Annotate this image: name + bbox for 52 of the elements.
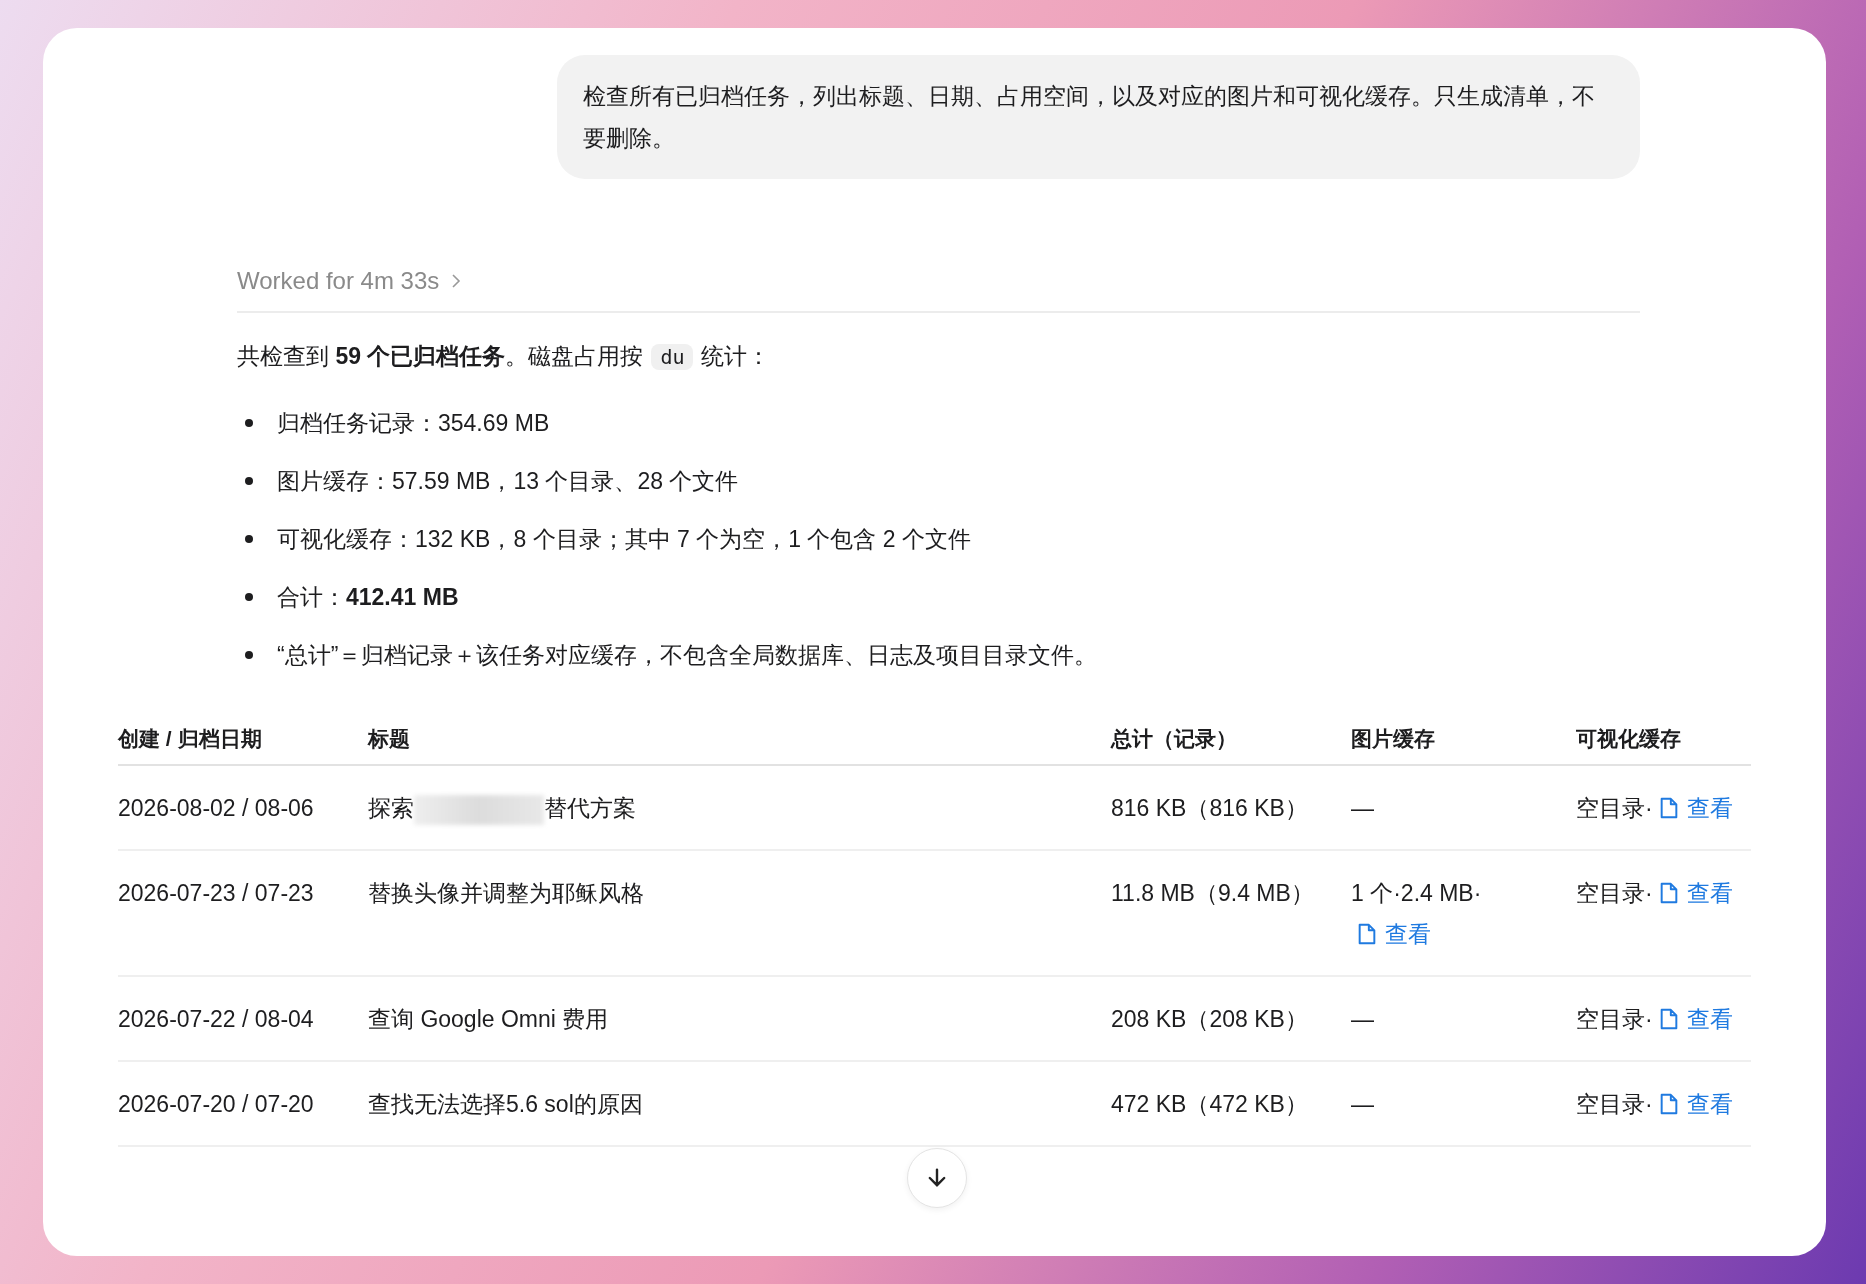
cell-text: 空目录·	[1576, 795, 1653, 821]
bullet-icon	[245, 419, 253, 427]
title-text: 查询 Google Omni 费用	[368, 1006, 609, 1032]
bullet-text: 可视化缓存：132 KB，8 个目录；其中 7 个为空，1 个包含 2 个文件	[277, 524, 971, 554]
view-link[interactable]: 查看	[1652, 1006, 1733, 1032]
bullet-icon	[245, 651, 253, 659]
bullet-text: 归档任务记录：354.69 MB	[277, 408, 550, 438]
title-text: 替代方案	[544, 795, 636, 821]
file-icon	[1658, 797, 1679, 819]
cell-text: —	[1351, 1091, 1374, 1117]
column-header: 图片缓存	[1351, 726, 1436, 752]
title-text: 查找无法选择5.6 sol的原因	[368, 1091, 643, 1117]
inline-code: du	[651, 344, 694, 370]
table-cell-text: 816 KB（816 KB）	[1111, 794, 1309, 823]
title-text: 探索	[368, 795, 414, 821]
cell-text: 空目录·	[1576, 880, 1653, 906]
chevron-icon	[451, 273, 462, 289]
bullet-text: 合计：412.41 MB	[277, 582, 459, 612]
table-cell-text: 2026-08-02 / 08-06	[118, 794, 315, 823]
table-cell-text: 2026-07-23 / 07-23	[118, 879, 315, 908]
file-icon	[1658, 882, 1679, 904]
bullet-icon	[245, 593, 253, 601]
cell-text: 空目录·	[1576, 1091, 1653, 1117]
file-icon	[1658, 1008, 1679, 1030]
scroll-down-button[interactable]	[907, 1148, 967, 1208]
column-header: 总计（记录）	[1111, 726, 1238, 752]
bullet-icon	[245, 477, 253, 485]
cell-text: —	[1351, 1006, 1374, 1032]
table-cell-text: 2026-07-20 / 07-20	[118, 1090, 315, 1119]
table-cell-text: 472 KB（472 KB）	[1111, 1090, 1309, 1119]
bullet-text: “总计”＝归档记录＋该任务对应缓存，不包含全局数据库、日志及项目目录文件。	[277, 640, 1098, 670]
column-header: 可视化缓存	[1576, 726, 1682, 752]
user-message: 检查所有已归档任务，列出标题、日期、占用空间，以及对应的图片和可视化缓存。只生成清单，不要删除。	[557, 55, 1640, 179]
table-cell-text: 11.8 MB（9.4 MB）	[1111, 879, 1315, 908]
title-text: 替换头像并调整为耶稣风格	[368, 880, 644, 906]
cell-text: 空目录·	[1576, 1006, 1653, 1032]
table-cell-text: 2026-07-22 / 08-04	[118, 1005, 315, 1034]
column-header: 创建 / 归档日期	[118, 726, 263, 752]
view-link[interactable]: 查看	[1652, 880, 1733, 906]
view-link[interactable]: 查看	[1652, 1091, 1733, 1117]
table-cell-text: 208 KB（208 KB）	[1111, 1005, 1309, 1034]
file-icon	[1357, 923, 1377, 945]
cell-text: 1 个·2.4 MB·	[1351, 880, 1482, 906]
bullet-text: 图片缓存：57.59 MB，13 个目录、28 个文件	[277, 466, 739, 496]
column-header: 标题	[368, 726, 411, 752]
bullet-icon	[245, 535, 253, 543]
worked-for-toggle[interactable]: Worked for 4m 33s	[237, 267, 462, 295]
view-link[interactable]: 查看	[1652, 795, 1733, 821]
summary-text: 共检查到 59 个已归档任务。磁盘占用按 du 统计：	[237, 342, 772, 372]
file-icon	[1658, 1093, 1679, 1115]
view-link[interactable]: 查看	[1351, 921, 1431, 947]
cell-text: —	[1351, 795, 1374, 821]
